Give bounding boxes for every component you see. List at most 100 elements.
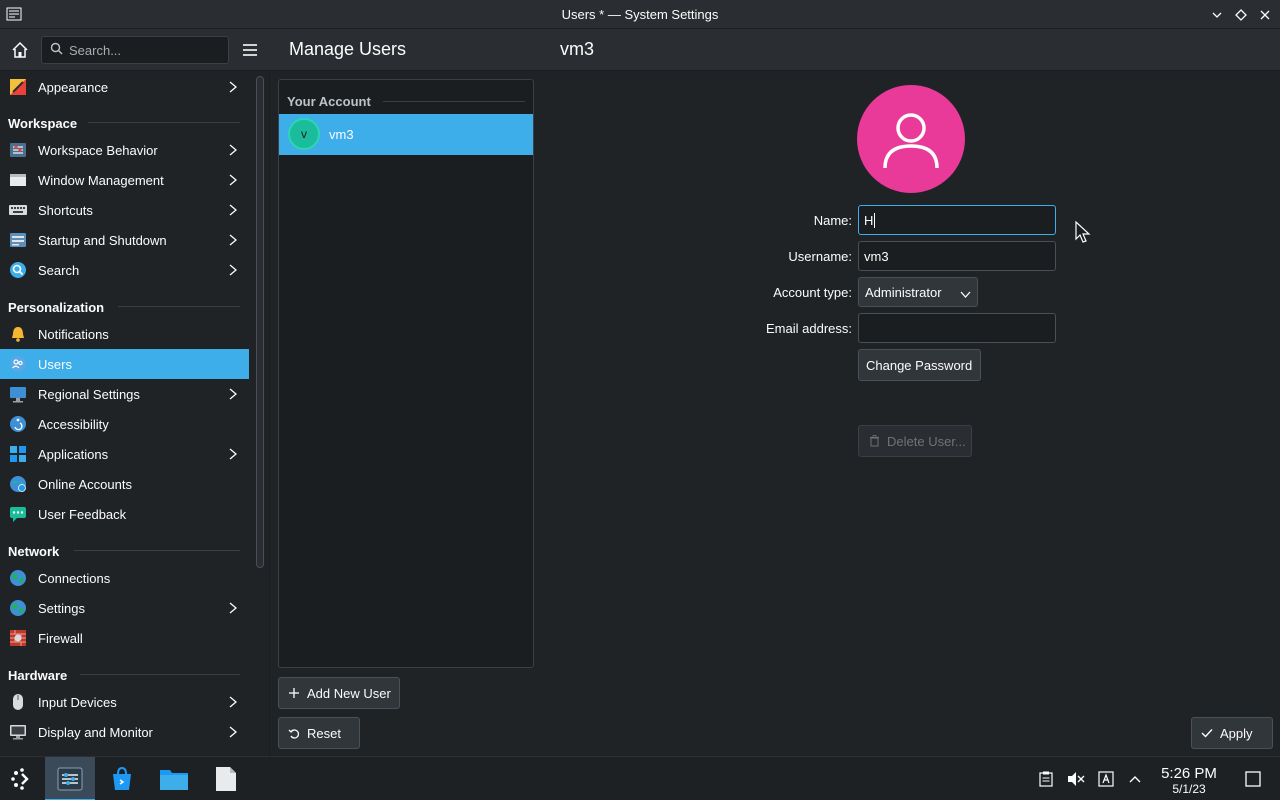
section-heading: Network [8,544,60,559]
sidebar: Appearance Workspace Workspace Behavior … [0,72,270,756]
firewall-icon [8,628,28,648]
sidebar-item-network-settings[interactable]: Settings [0,593,249,623]
section-workspace: Workspace [8,116,77,131]
checkmark-icon [1200,726,1214,740]
section-heading: Personalization [8,300,105,315]
window-title: Users * — System Settings [561,6,719,22]
maximize-icon[interactable] [1232,6,1250,24]
apply-button[interactable]: Apply [1191,717,1273,749]
chevron-up-icon[interactable] [1126,770,1144,788]
clipboard-icon[interactable] [1037,770,1055,788]
user-list-panel: Your Account v vm3 [278,79,534,668]
chevron-right-icon [226,80,240,94]
sidebar-item-regional-settings[interactable]: Regional Settings [0,379,249,409]
sidebar-item-label: Startup and Shutdown [38,232,167,248]
user-list-item[interactable]: v vm3 [279,114,533,155]
sidebar-item-window-management[interactable]: Window Management [0,165,249,195]
sidebar-item-input-devices[interactable]: Input Devices [0,687,249,717]
clock[interactable]: 5:26 PM 5/1/23 [1150,765,1228,796]
keyboard-icon [8,200,28,220]
mouse-cursor-icon [1075,220,1091,245]
globe-icon [8,598,28,618]
volume-muted-icon[interactable] [1067,770,1085,788]
sidebar-item-label: User Feedback [38,506,127,522]
sidebar-item-online-accounts[interactable]: Online Accounts [0,469,249,499]
sidebar-item-accessibility[interactable]: Accessibility [0,409,249,439]
email-field[interactable] [858,313,1056,343]
account-type-select[interactable]: Administrator [858,277,978,307]
sidebar-item-appearance[interactable]: Appearance [0,72,249,102]
sidebar-item-label: Display and Monitor [38,724,153,740]
sidebar-item-connections[interactable]: Connections [0,563,249,593]
monitor-icon [8,722,28,742]
close-icon[interactable] [1256,6,1274,24]
sidebar-item-notifications[interactable]: Notifications [0,319,249,349]
your-account-heading: Your Account [287,94,371,109]
chevron-right-icon [226,203,240,217]
file-manager-icon[interactable] [158,763,190,795]
sidebar-item-shortcuts[interactable]: Shortcuts [0,195,249,225]
chevron-right-icon [226,263,240,277]
title-bar: Users * — System Settings [0,0,1280,29]
change-password-button[interactable]: Change Password [858,349,981,381]
section-divider [88,122,240,123]
name-value: H [864,212,874,228]
sidebar-item-users[interactable]: Users [0,349,249,379]
undo-icon [287,726,301,740]
hamburger-menu-icon[interactable] [238,38,262,62]
search-input[interactable] [69,42,219,58]
sidebar-item-label: Users [38,356,72,372]
sidebar-item-search[interactable]: Search [0,255,249,285]
chevron-down-icon [960,287,971,302]
sidebar-item-label: Firewall [38,630,83,646]
sidebar-item-workspace-behavior[interactable]: Workspace Behavior [0,135,249,165]
app-launcher-icon[interactable] [6,763,38,795]
name-field[interactable]: H [858,205,1056,235]
reset-label: Reset [307,725,341,741]
users-icon [8,354,28,374]
sidebar-item-startup-shutdown[interactable]: Startup and Shutdown [0,225,249,255]
search-icon [50,42,63,58]
section-divider [80,674,240,675]
sidebar-item-label: Notifications [38,326,109,342]
chevron-right-icon [226,233,240,247]
minimize-icon[interactable] [1208,6,1226,24]
input-method-icon[interactable] [1097,770,1115,788]
sidebar-item-firewall[interactable]: Firewall [0,623,249,653]
search-field[interactable] [41,36,229,64]
section-divider [118,306,240,307]
appearance-icon [8,77,28,97]
settings-app-icon[interactable] [6,6,22,22]
home-icon[interactable] [8,38,32,62]
user-avatar[interactable] [857,85,965,193]
online-accounts-icon [8,474,28,494]
email-label: Email address: [766,321,852,336]
reset-button[interactable]: Reset [278,717,360,749]
sidebar-item-applications[interactable]: Applications [0,439,249,469]
document-icon[interactable] [210,763,242,795]
search-icon [8,260,28,280]
user-name: vm3 [329,127,354,142]
startup-icon [8,230,28,250]
show-desktop-icon[interactable] [1244,770,1262,788]
change-password-label: Change Password [866,357,973,373]
sidebar-item-label: Settings [38,600,85,616]
avatar: v [288,118,320,150]
user-title: vm3 [560,39,595,59]
sidebar-item-user-feedback[interactable]: User Feedback [0,499,249,529]
sidebar-item-label: Workspace Behavior [38,142,158,158]
add-new-user-button[interactable]: Add New User [278,677,400,709]
delete-user-button[interactable]: Delete User... [858,425,972,457]
section-heading: Hardware [8,668,68,683]
discover-store-icon[interactable] [106,763,138,795]
section-heading: Workspace [8,116,78,131]
sidebar-scrollbar[interactable] [256,76,264,568]
plus-icon [287,686,301,700]
sidebar-item-display-monitor[interactable]: Display and Monitor [0,717,249,747]
username-field[interactable]: vm3 [858,241,1056,271]
section-personalization: Personalization [8,300,104,315]
system-settings-task-icon[interactable] [54,763,86,795]
sidebar-item-label: Input Devices [38,694,117,710]
chevron-right-icon [226,601,240,615]
workspace-behavior-icon [8,140,28,160]
